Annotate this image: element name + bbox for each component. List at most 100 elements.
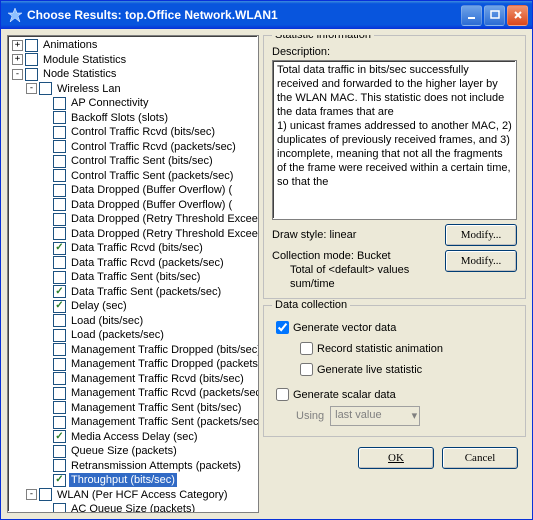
close-button[interactable] (507, 5, 528, 26)
minimize-button[interactable] (461, 5, 482, 26)
tree-checkbox[interactable] (25, 53, 38, 66)
tree-checkbox[interactable] (53, 155, 66, 168)
tree-checkbox[interactable] (53, 227, 66, 240)
tree-item[interactable]: - Node Statistics (10, 67, 259, 82)
tree-item[interactable]: AP Connectivity (10, 96, 259, 111)
tree-checkbox[interactable] (53, 430, 66, 443)
tree-checkbox[interactable] (53, 97, 66, 110)
tree-item[interactable]: + Module Statistics (10, 53, 259, 68)
tree-item-label[interactable]: Management Traffic Rcvd (bits/sec) (69, 372, 246, 386)
tree-item[interactable]: Data Dropped (Retry Threshold Exceeded) (10, 212, 259, 227)
tree-item-label[interactable]: Wireless Lan (55, 82, 123, 96)
tree-item-label[interactable]: Control Traffic Sent (bits/sec) (69, 154, 215, 168)
tree-checkbox[interactable] (53, 343, 66, 356)
tree-item-label[interactable]: Management Traffic Dropped (packets/sec) (69, 357, 259, 371)
tree-checkbox[interactable] (53, 300, 66, 313)
tree-item-label[interactable]: Throughput (bits/sec) (69, 473, 177, 487)
tree-item[interactable]: Throughput (bits/sec) (10, 473, 259, 488)
tree-item[interactable]: Backoff Slots (slots) (10, 111, 259, 126)
tree-item-label[interactable]: AC Queue Size (packets) (69, 502, 197, 512)
tree-checkbox[interactable] (53, 285, 66, 298)
tree-item-label[interactable]: Control Traffic Rcvd (bits/sec) (69, 125, 217, 139)
tree-checkbox[interactable] (53, 459, 66, 472)
tree-item-label[interactable]: Data Dropped (Retry Threshold Exceeded) (69, 227, 259, 241)
tree-item-label[interactable]: Management Traffic Rcvd (packets/sec) (69, 386, 259, 400)
ok-button[interactable]: OK (358, 447, 434, 469)
tree-item-label[interactable]: Data Dropped (Buffer Overflow) ( (69, 183, 234, 197)
tree-checkbox[interactable] (53, 474, 66, 487)
record-animation-checkbox[interactable] (300, 342, 313, 355)
titlebar[interactable]: Choose Results: top.Office Network.WLAN1 (1, 1, 532, 29)
tree-item[interactable]: Management Traffic Rcvd (packets/sec) (10, 386, 259, 401)
maximize-button[interactable] (484, 5, 505, 26)
tree-item[interactable]: Control Traffic Rcvd (packets/sec) (10, 140, 259, 155)
tree-item[interactable]: Management Traffic Dropped (bits/sec) (10, 343, 259, 358)
tree-item[interactable]: - WLAN (Per HCF Access Category) (10, 488, 259, 503)
tree-checkbox[interactable] (53, 416, 66, 429)
tree-item-label[interactable]: Data Traffic Rcvd (bits/sec) (69, 241, 205, 255)
tree-item-label[interactable]: Data Traffic Sent (bits/sec) (69, 270, 202, 284)
tree-item[interactable]: -Wireless Lan (10, 82, 259, 97)
expand-icon[interactable]: + (12, 54, 23, 65)
tree-checkbox[interactable] (53, 111, 66, 124)
tree-item-label[interactable]: Queue Size (packets) (69, 444, 179, 458)
modify-draw-style-button[interactable]: Modify... (445, 224, 517, 246)
tree-item-label[interactable]: Data Traffic Rcvd (packets/sec) (69, 256, 226, 270)
expand-icon[interactable]: + (12, 40, 23, 51)
tree-checkbox[interactable] (53, 329, 66, 342)
tree-item[interactable]: Queue Size (packets) (10, 444, 259, 459)
tree-item[interactable]: Data Dropped (Buffer Overflow) ( (10, 183, 259, 198)
tree-item[interactable]: Control Traffic Sent (packets/sec) (10, 169, 259, 184)
tree-item-label[interactable]: Retransmission Attempts (packets) (69, 459, 243, 473)
tree-checkbox[interactable] (39, 488, 52, 501)
tree-item[interactable]: Control Traffic Sent (bits/sec) (10, 154, 259, 169)
modify-collection-mode-button[interactable]: Modify... (445, 250, 517, 272)
tree-item[interactable]: Media Access Delay (sec) (10, 430, 259, 445)
tree-item-label[interactable]: AP Connectivity (69, 96, 150, 110)
tree-item[interactable]: Load (packets/sec) (10, 328, 259, 343)
tree-checkbox[interactable] (53, 184, 66, 197)
tree-checkbox[interactable] (53, 401, 66, 414)
tree-item-label[interactable]: Load (bits/sec) (69, 314, 145, 328)
tree-item-label[interactable]: Control Traffic Sent (packets/sec) (69, 169, 235, 183)
tree-checkbox[interactable] (39, 82, 52, 95)
tree-checkbox[interactable] (53, 242, 66, 255)
tree-checkbox[interactable] (53, 169, 66, 182)
tree-item[interactable]: Management Traffic Dropped (packets/sec) (10, 357, 259, 372)
tree-item-label[interactable]: Control Traffic Rcvd (packets/sec) (69, 140, 238, 154)
tree-item-label[interactable]: Load (packets/sec) (69, 328, 166, 342)
tree-checkbox[interactable] (53, 213, 66, 226)
collapse-icon[interactable]: - (26, 489, 37, 500)
tree-item-label[interactable]: Node Statistics (41, 67, 118, 81)
tree-item[interactable]: Management Traffic Rcvd (bits/sec) (10, 372, 259, 387)
tree-item-label[interactable]: WLAN (Per HCF Access Category) (55, 488, 230, 502)
tree-checkbox[interactable] (53, 503, 66, 512)
tree-item[interactable]: Data Traffic Sent (packets/sec) (10, 285, 259, 300)
tree-item[interactable]: Data Dropped (Buffer Overflow) ( (10, 198, 259, 213)
tree-checkbox[interactable] (53, 126, 66, 139)
tree-item-label[interactable]: Data Dropped (Buffer Overflow) ( (69, 198, 234, 212)
tree-item-label[interactable]: Management Traffic Sent (packets/sec) (69, 415, 259, 429)
tree-checkbox[interactable] (53, 314, 66, 327)
tree-checkbox[interactable] (25, 68, 38, 81)
collapse-icon[interactable]: - (12, 69, 23, 80)
tree-item[interactable]: Load (bits/sec) (10, 314, 259, 329)
tree-checkbox[interactable] (53, 198, 66, 211)
tree-checkbox[interactable] (53, 256, 66, 269)
tree-item-label[interactable]: Data Dropped (Retry Threshold Exceeded) (69, 212, 259, 226)
generate-live-checkbox[interactable] (300, 363, 313, 376)
generate-scalar-checkbox[interactable] (276, 388, 289, 401)
tree-item-label[interactable]: Module Statistics (41, 53, 128, 67)
tree-item-label[interactable]: Backoff Slots (slots) (69, 111, 170, 125)
tree-checkbox[interactable] (53, 387, 66, 400)
tree-item-label[interactable]: Delay (sec) (69, 299, 129, 313)
tree-checkbox[interactable] (53, 445, 66, 458)
tree-item[interactable]: +Animations (10, 38, 259, 53)
tree-item-label[interactable]: Media Access Delay (sec) (69, 430, 200, 444)
cancel-button[interactable]: Cancel (442, 447, 518, 469)
statistic-tree[interactable]: +Animations+ Module Statistics - Node Stati… (7, 35, 259, 513)
tree-item-label[interactable]: Data Traffic Sent (packets/sec) (69, 285, 223, 299)
tree-item[interactable]: Control Traffic Rcvd (bits/sec) (10, 125, 259, 140)
tree-item[interactable]: AC Queue Size (packets) (10, 502, 259, 512)
tree-item[interactable]: Retransmission Attempts (packets) (10, 459, 259, 474)
